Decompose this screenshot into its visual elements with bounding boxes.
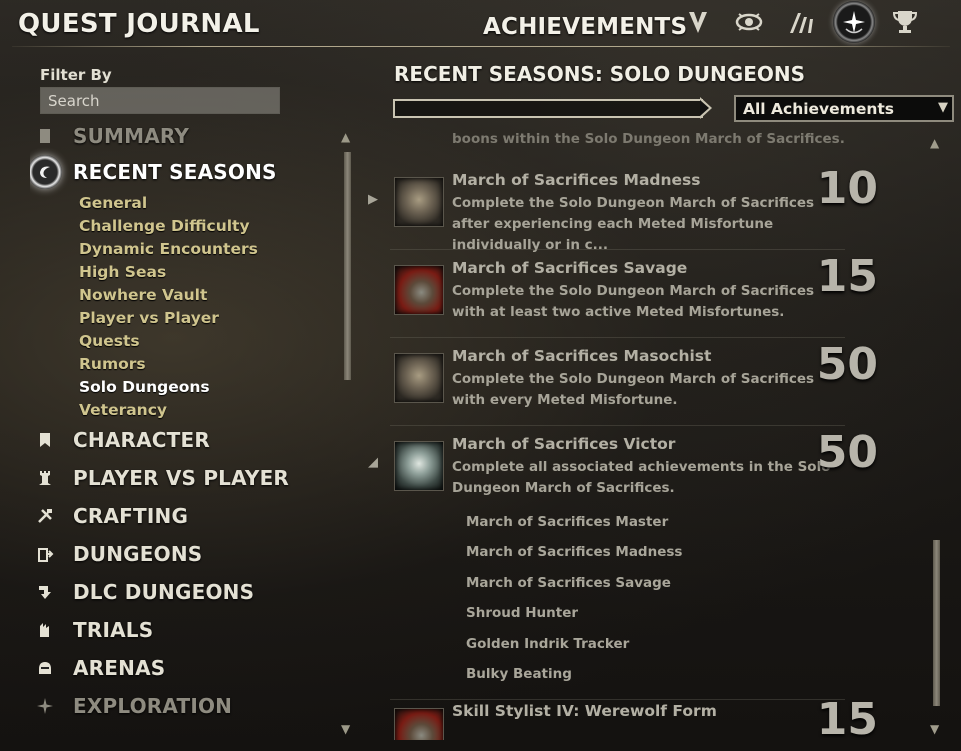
row-divider (390, 337, 845, 338)
category-arenas[interactable]: ARENAS (30, 653, 165, 683)
category-trials[interactable]: TRIALS (30, 615, 153, 645)
achievement-icon (394, 265, 444, 315)
category-progress-bar (393, 99, 703, 118)
subcategory-rumors[interactable]: Rumors (79, 355, 146, 373)
row-divider (390, 425, 845, 426)
category-label: TRIALS (73, 618, 154, 642)
category-recent-seasons[interactable]: RECENT SEASONS (30, 155, 277, 189)
achievement-name: March of Sacrifices Madness (452, 171, 701, 189)
achievement-points: 50 (816, 339, 878, 390)
category-exploration[interactable]: EXPLORATION (30, 691, 232, 721)
expand-arrow-icon[interactable]: ▶ (368, 192, 378, 207)
achievement-name: Skill Stylist IV: Werewolf Form (452, 702, 717, 720)
content-title: RECENT SEASONS: SOLO DUNGEONS (394, 62, 806, 86)
header-divider (12, 46, 950, 47)
category-dlc-dungeons[interactable]: DLC DUNGEONS (30, 577, 254, 607)
sub-achievement: March of Sacrifices Madness (466, 544, 683, 560)
journal-title: QUEST JOURNAL (18, 9, 260, 39)
filter-label: Filter By (40, 66, 112, 84)
category-label: ARENAS (73, 656, 166, 680)
achievement-points: 15 (816, 251, 878, 302)
tower-icon (30, 463, 60, 493)
row-divider (390, 249, 845, 250)
champion-icon[interactable] (680, 4, 716, 40)
cut-off-description: boons within the Solo Dungeon March of S… (452, 131, 845, 147)
subcategory-dynamic-encounters[interactable]: Dynamic Encounters (79, 240, 258, 258)
subcategory-solo-dungeons[interactable]: Solo Dungeons (79, 378, 210, 396)
category-summary[interactable]: SUMMARY (30, 124, 189, 151)
section-title: ACHIEVEMENTS (483, 14, 688, 40)
category-label: SUMMARY (73, 124, 190, 148)
category-label: DLC DUNGEONS (73, 580, 255, 604)
achievement-points: 10 (816, 163, 878, 214)
subcategory-nowhere-vault[interactable]: Nowhere Vault (79, 286, 207, 304)
progress-bar-arrow-inner (700, 100, 709, 116)
category-tree: SUMMARY RECENT SEASONS General Challenge… (30, 124, 335, 724)
achievement-name: March of Sacrifices Victor (452, 435, 676, 453)
recent-seasons-icon (30, 155, 62, 189)
category-dungeons[interactable]: DUNGEONS (30, 539, 202, 569)
dropdown-selected-value: All Achievements (743, 99, 895, 118)
left-scroll-down-arrow[interactable]: ▼ (341, 722, 350, 736)
sub-achievement: Shroud Hunter (466, 605, 579, 621)
achievement-description: Complete the Solo Dungeon March of Sacri… (452, 371, 815, 408)
loyalty-ticks-icon[interactable] (783, 4, 819, 40)
right-scroll-down-arrow[interactable]: ▼ (930, 722, 939, 736)
category-label: EXPLORATION (73, 694, 233, 718)
category-label: CHARACTER (73, 428, 210, 452)
collapse-arrow-icon[interactable]: ◢ (368, 455, 378, 470)
sub-achievement: Golden Indrik Tracker (466, 636, 630, 652)
achievement-description: Complete all associated achievements in … (452, 459, 831, 496)
category-label: DUNGEONS (73, 542, 203, 566)
left-scrollbar-thumb[interactable] (344, 152, 351, 380)
arena-helmet-icon (30, 653, 60, 683)
summary-icon (30, 124, 60, 151)
search-input[interactable] (40, 87, 280, 114)
row-divider (390, 699, 845, 700)
category-label: PLAYER VS PLAYER (73, 466, 290, 490)
category-label: CRAFTING (73, 504, 189, 528)
achievement-description: Complete the Solo Dungeon March of Sacri… (452, 195, 815, 253)
achievement-name: March of Sacrifices Savage (452, 259, 688, 277)
right-scrollbar-thumb[interactable] (933, 540, 940, 706)
achievement-name: March of Sacrifices Masochist (452, 347, 712, 365)
category-crafting[interactable]: CRAFTING (30, 501, 188, 531)
trials-icon (30, 615, 60, 645)
subcategory-general[interactable]: General (79, 194, 147, 212)
achievement-icon (394, 441, 444, 491)
seasons-icon[interactable] (833, 1, 875, 43)
bookmark-icon (30, 425, 60, 455)
left-scroll-up-arrow[interactable]: ▲ (341, 130, 350, 144)
achievement-description: Complete the Solo Dungeon March of Sacri… (452, 283, 815, 320)
sub-achievement: March of Sacrifices Master (466, 514, 669, 530)
eye-of-lore-icon[interactable] (731, 4, 767, 40)
subcategory-high-seas[interactable]: High Seas (79, 263, 166, 281)
right-scroll-up-arrow[interactable]: ▲ (930, 136, 939, 150)
dlc-dungeon-icon (30, 577, 60, 607)
achievement-points: 15 (816, 694, 878, 740)
achievement-icon (394, 708, 444, 740)
category-character[interactable]: CHARACTER (30, 425, 210, 455)
dropdown-chevron-icon: ▼ (938, 100, 948, 115)
subcategory-quests[interactable]: Quests (79, 332, 140, 350)
category-label: RECENT SEASONS (73, 160, 277, 184)
subcategory-veterancy[interactable]: Veterancy (79, 401, 167, 419)
sub-achievement: March of Sacrifices Savage (466, 575, 671, 591)
sub-achievement: Bulky Beating (466, 666, 572, 682)
achievement-points: 50 (816, 427, 878, 478)
achievement-icon (394, 177, 444, 227)
dungeon-door-icon (30, 539, 60, 569)
achievement-filter-dropdown[interactable]: All Achievements ▼ (734, 95, 954, 122)
subcategory-player-vs-player[interactable]: Player vs Player (79, 309, 219, 327)
achievement-list: boons within the Solo Dungeon March of S… (360, 130, 930, 740)
subcategory-challenge-difficulty[interactable]: Challenge Difficulty (79, 217, 250, 235)
crafting-tools-icon (30, 501, 60, 531)
achievement-icon (394, 353, 444, 403)
trophy-icon[interactable] (887, 4, 923, 40)
category-player-vs-player[interactable]: PLAYER VS PLAYER (30, 463, 289, 493)
compass-star-icon (30, 691, 60, 721)
